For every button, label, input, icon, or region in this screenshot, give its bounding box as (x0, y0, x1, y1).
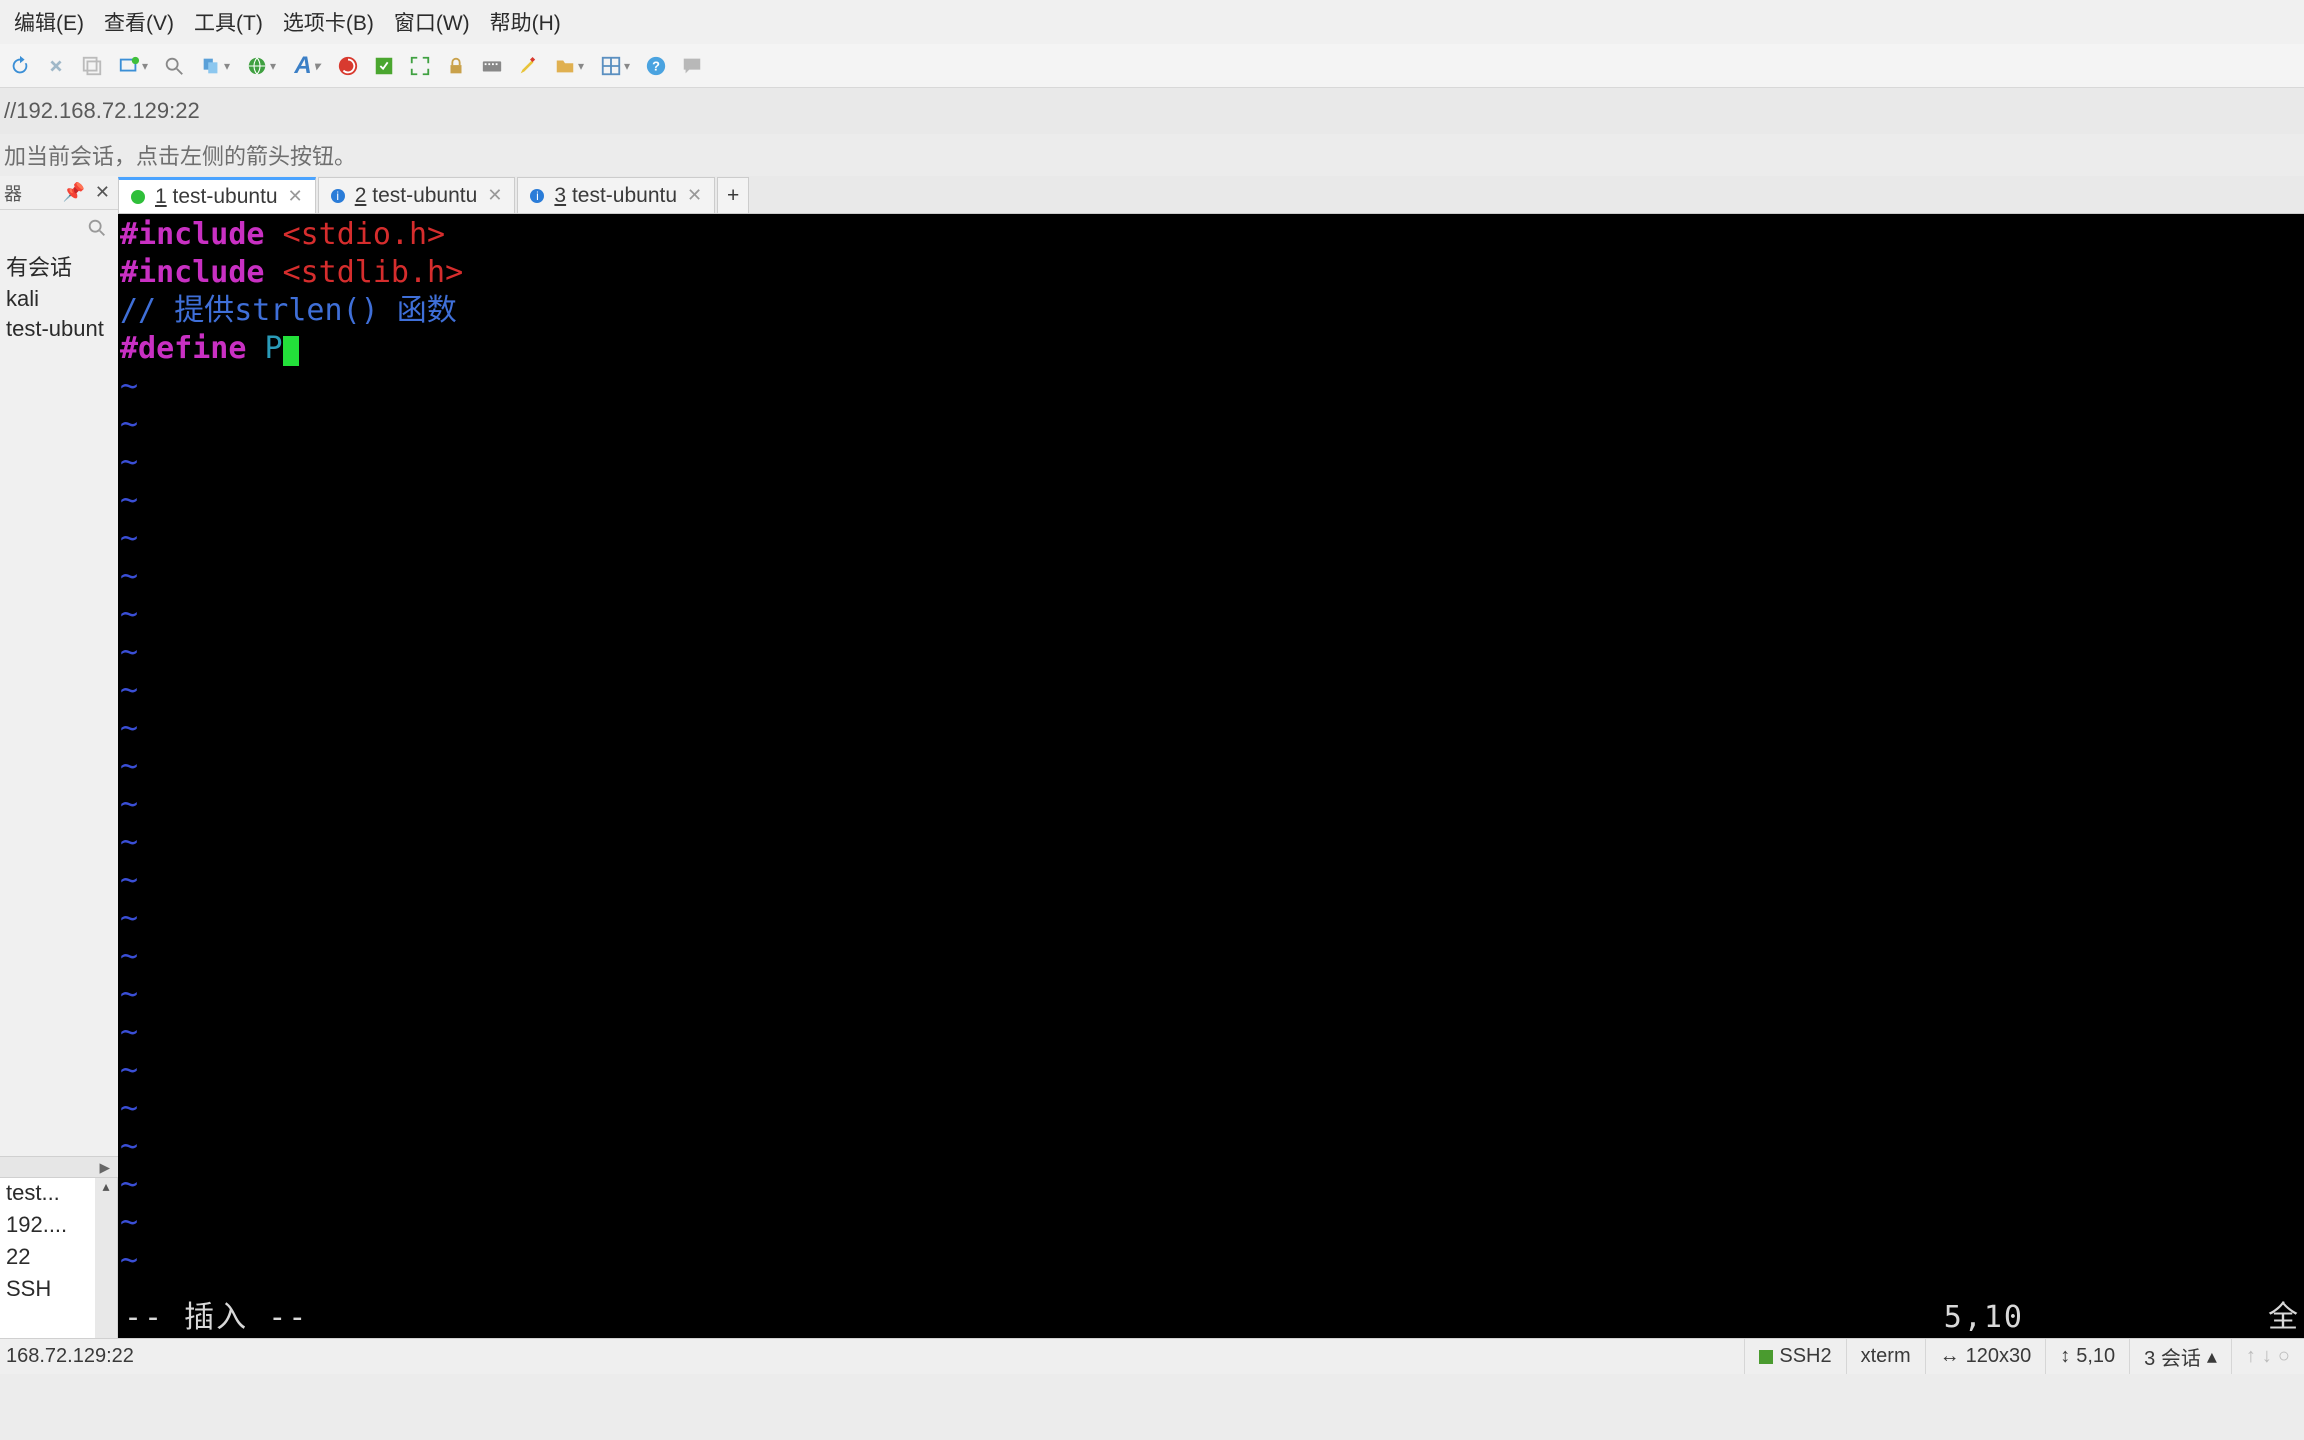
tab-bar: 1 test-ubuntu ✕ i 2 test-ubuntu ✕ i 3 te… (118, 176, 2304, 214)
cursor-block (283, 336, 299, 366)
close-panel-icon[interactable]: ✕ (95, 182, 110, 203)
hint-bar: 加当前会话，点击左侧的箭头按钮。 (0, 134, 2304, 176)
chevron-up-icon: ▴ (2207, 1344, 2217, 1369)
status-terminal-type: xterm (1846, 1339, 1925, 1374)
menu-view[interactable]: 查看(V) (94, 3, 184, 41)
terminal[interactable]: #include <stdio.h> #include <stdlib.h> /… (118, 214, 2304, 1338)
scroll-up-icon[interactable]: ▴ (95, 1178, 117, 1210)
menu-edit[interactable]: 编辑(E) (4, 3, 94, 41)
new-tab-button[interactable]: + (717, 177, 749, 213)
info-cell: SSH (0, 1274, 95, 1306)
keyboard-icon[interactable] (476, 50, 508, 82)
session-item[interactable]: 有会话 (0, 248, 118, 284)
search-icon[interactable] (158, 50, 190, 82)
reconnect-icon[interactable] (4, 50, 36, 82)
ssh-status-icon (1759, 1350, 1773, 1364)
status-address: 168.72.129:22 (0, 1345, 1744, 1368)
disconnect-icon[interactable] (40, 50, 72, 82)
red-spiral-icon[interactable] (332, 50, 364, 82)
sidebar-search[interactable] (0, 210, 118, 246)
status-cursor: ↕ 5,10 (2045, 1339, 2129, 1374)
vim-status-line: -- 插入 -- 5,10 全 (118, 1298, 2304, 1338)
scroll-track[interactable] (95, 1210, 117, 1242)
work-area: 器 📌 ✕ 有会话 kali test-ubunt ▸ test...▴ 192… (0, 176, 2304, 1338)
session-item[interactable]: test-ubunt (0, 314, 118, 344)
tab-1[interactable]: 1 test-ubuntu ✕ (118, 177, 316, 213)
vim-cursor-pos: 5,10 (1944, 1299, 2024, 1337)
tab-3[interactable]: i 3 test-ubuntu ✕ (517, 177, 715, 213)
new-session-icon[interactable] (112, 50, 154, 82)
session-list: 有会话 kali test-ubunt (0, 246, 118, 1156)
vim-mode: -- 插入 -- (122, 1299, 308, 1337)
vim-scroll-pos: 全 (2268, 1299, 2300, 1337)
info-dot-icon: i (530, 189, 544, 203)
circle-icon[interactable]: ○ (2278, 1345, 2290, 1368)
menu-tools[interactable]: 工具(T) (184, 3, 273, 41)
sidebar: 器 📌 ✕ 有会话 kali test-ubunt ▸ test...▴ 192… (0, 176, 118, 1338)
position-icon: ↕ (2060, 1345, 2070, 1368)
info-cell: test... (0, 1178, 95, 1210)
search-small-icon (86, 217, 108, 239)
green-box-icon[interactable] (368, 50, 400, 82)
info-cell (0, 1306, 95, 1338)
toolbar: A ? (0, 44, 2304, 88)
menu-help[interactable]: 帮助(H) (480, 3, 571, 41)
tab-close-icon[interactable]: ✕ (687, 185, 702, 206)
tab-close-icon[interactable]: ✕ (288, 186, 303, 207)
menu-tabs[interactable]: 选项卡(B) (273, 3, 384, 41)
address-bar[interactable]: //192.168.72.129:22 (0, 88, 2304, 134)
chat-icon[interactable] (676, 50, 708, 82)
status-nav: ↑ ↓ ○ (2231, 1339, 2304, 1374)
svg-text:?: ? (652, 58, 660, 73)
arrow-down-icon[interactable]: ↓ (2262, 1345, 2272, 1368)
menubar: 编辑(E) 查看(V) 工具(T) 选项卡(B) 窗口(W) 帮助(H) (0, 0, 2304, 44)
sidebar-header: 器 📌 ✕ (0, 176, 118, 210)
address-text: //192.168.72.129:22 (4, 98, 200, 124)
info-dot-icon: i (331, 189, 345, 203)
tab-2[interactable]: i 2 test-ubuntu ✕ (318, 177, 516, 213)
status-dot-icon (131, 190, 145, 204)
folder-icon[interactable] (548, 50, 590, 82)
pin-icon[interactable]: 📌 (62, 182, 84, 203)
arrow-up-icon[interactable]: ↑ (2246, 1345, 2256, 1368)
session-item[interactable]: kali (0, 284, 118, 314)
status-bar: 168.72.129:22 SSH2 xterm ↔ 120x30 ↕ 5,10… (0, 1338, 2304, 1374)
info-cell: 192.... (0, 1210, 95, 1242)
lock-icon[interactable] (440, 50, 472, 82)
status-sessions[interactable]: 3 会话 ▴ (2129, 1339, 2231, 1374)
info-cell: 22 (0, 1242, 95, 1274)
status-ssh: SSH2 (1744, 1339, 1845, 1374)
hint-text: 加当前会话，点击左侧的箭头按钮。 (4, 139, 356, 171)
session-info-grid: test...▴ 192.... 22 SSH (0, 1178, 118, 1338)
sidebar-title: 器 (0, 180, 22, 206)
grid-icon[interactable] (594, 50, 636, 82)
sidebar-splitter[interactable]: ▸ (0, 1156, 118, 1178)
tab-close-icon[interactable]: ✕ (487, 185, 502, 206)
fullscreen-icon[interactable] (404, 50, 436, 82)
resize-icon: ↔ (1940, 1345, 1960, 1368)
help-icon[interactable]: ? (640, 50, 672, 82)
main-area: 1 test-ubuntu ✕ i 2 test-ubuntu ✕ i 3 te… (118, 176, 2304, 1338)
menu-window[interactable]: 窗口(W) (384, 3, 480, 41)
font-icon[interactable]: A (286, 50, 328, 82)
status-size: ↔ 120x30 (1925, 1339, 2046, 1374)
cascade-icon[interactable] (76, 50, 108, 82)
globe-icon[interactable] (240, 50, 282, 82)
copy-icon[interactable] (194, 50, 236, 82)
highlighter-icon[interactable] (512, 50, 544, 82)
